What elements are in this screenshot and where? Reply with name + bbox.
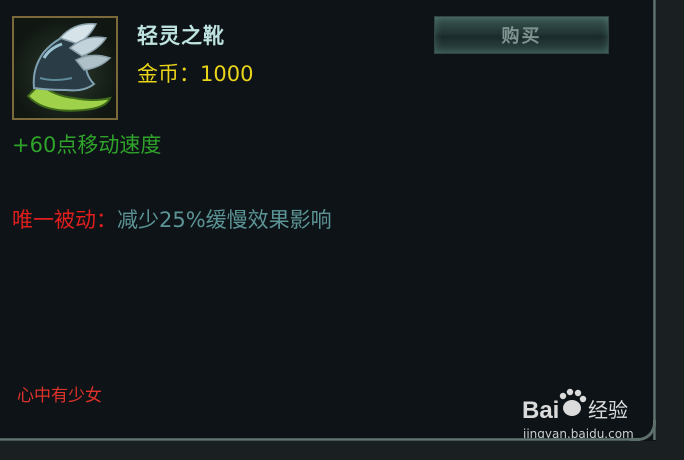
passive-description: 减少25%缓慢效果影响	[117, 208, 332, 232]
outer-background-bottom	[0, 441, 684, 460]
buy-button-label: 购买	[501, 26, 542, 47]
boots-icon	[12, 16, 118, 120]
price-value: 1000	[200, 62, 254, 86]
buy-button[interactable]: 购买	[434, 16, 609, 54]
author-watermark: 心中有少女	[17, 386, 102, 406]
svg-text:经验: 经验	[588, 398, 628, 422]
passive-label: 唯一被动：	[12, 208, 117, 232]
item-name: 轻灵之靴	[137, 24, 225, 48]
unique-passive: 唯一被动：减少25%缓慢效果影响	[12, 204, 332, 234]
price-label: 金币：	[137, 62, 200, 86]
item-tooltip-panel: 轻灵之靴 金币：1000 购买 +60点移动速度 唯一被动：减少25%缓慢效果影…	[0, 0, 684, 460]
item-price: 金币：1000	[137, 58, 253, 88]
svg-text:Bai: Bai	[522, 397, 559, 424]
outer-background-right	[656, 0, 684, 460]
stat-movement-speed: +60点移动速度	[12, 133, 162, 157]
